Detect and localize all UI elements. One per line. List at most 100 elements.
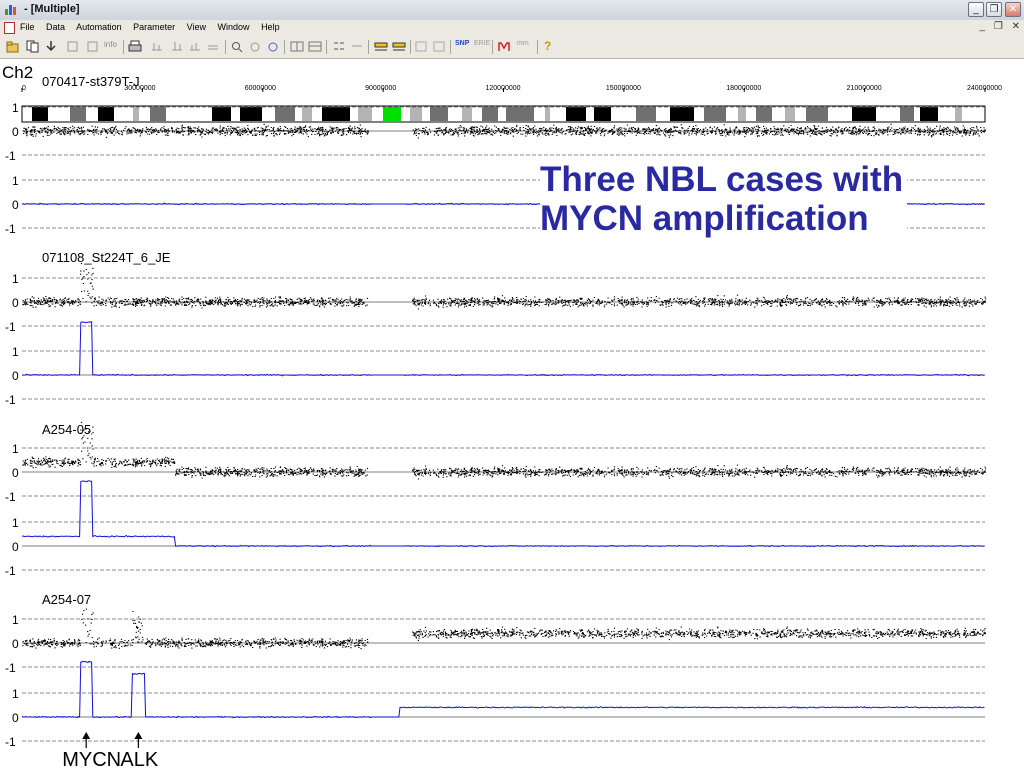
menu-help[interactable]: Help [261, 22, 280, 32]
snp-button[interactable]: SNP [455, 40, 473, 53]
y-tick-label: -1 [5, 222, 16, 236]
tool-12-icon[interactable] [432, 40, 446, 53]
zoom-icon[interactable] [230, 40, 244, 53]
ideogram-band [32, 107, 48, 121]
erie-button[interactable]: ERIE [474, 40, 492, 53]
ideogram-band [566, 107, 586, 121]
mdi-controls: _ ❐ ✕ [974, 21, 1020, 32]
x-tick-label: 60000000 [245, 85, 276, 92]
menu-view[interactable]: View [187, 22, 206, 32]
mdi-restore-button[interactable]: ❐ [994, 21, 1003, 32]
mm-button[interactable]: mm [517, 40, 533, 53]
ideogram-band [704, 107, 726, 121]
ideogram-band [383, 107, 401, 121]
ideogram-band [358, 107, 372, 121]
ideogram-band [212, 107, 231, 121]
chart-title: Ch2 [2, 63, 33, 82]
sample-label: A254-07 [42, 592, 91, 607]
restore-button[interactable]: ❐ [986, 2, 1002, 17]
x-axis-ticks: 0 30000000 60000000 90000000 120000000 150000… [21, 85, 1002, 92]
toolbar-separator [537, 40, 538, 54]
toolbar-separator [410, 40, 411, 54]
menu-window[interactable]: Window [218, 22, 250, 32]
toolbar-separator [284, 40, 285, 54]
tool-5-icon[interactable] [248, 40, 262, 53]
import-icon[interactable] [44, 40, 58, 53]
menu-file[interactable]: File [20, 22, 35, 32]
segment-line [22, 321, 985, 377]
ideogram-band [70, 107, 86, 121]
gene-label: ALK [120, 749, 158, 768]
menu-data[interactable]: Data [46, 22, 65, 32]
bar-yellow-2-icon[interactable] [392, 40, 406, 53]
menu-parameter[interactable]: Parameter [133, 22, 175, 32]
x-tick-label: 120000000 [486, 85, 521, 92]
mdi-minimize-button[interactable]: _ [980, 21, 986, 32]
y-tick-label: -1 [5, 490, 16, 504]
mdi-close-button[interactable]: ✕ [1012, 21, 1020, 32]
open-icon[interactable] [6, 40, 20, 53]
ideogram-band [594, 107, 611, 121]
close-button[interactable]: ✕ [1005, 2, 1021, 17]
ideogram-band [322, 107, 350, 121]
raw-data-points [22, 602, 986, 650]
print-icon[interactable] [128, 40, 142, 53]
copy-icon[interactable] [26, 40, 40, 53]
gene-arrowhead [134, 732, 143, 739]
tool-11-icon[interactable] [414, 40, 428, 53]
y-tick-label: -1 [5, 735, 16, 749]
toolbar-separator [450, 40, 451, 54]
ideogram-band [636, 107, 656, 121]
y-tick-label: 1 [12, 613, 19, 627]
y-tick-label: 1 [12, 272, 19, 286]
x-tick-label: 240000000 [967, 85, 1002, 92]
app-icon [5, 5, 16, 15]
ideogram-band [900, 107, 914, 121]
tool-8-icon[interactable] [308, 40, 322, 53]
y-tick-label: 0 [12, 125, 19, 139]
toolbar-separator [326, 40, 327, 54]
edit-2-icon[interactable] [86, 40, 100, 53]
tool-6-icon[interactable] [266, 40, 280, 53]
tool-1-icon[interactable] [150, 40, 164, 53]
minimize-button[interactable]: _ [968, 2, 984, 17]
y-tick-label: -1 [5, 393, 16, 407]
edit-icon[interactable] [66, 40, 80, 53]
ideogram-band [462, 107, 472, 121]
annotation-line-2: MYCN amplification [540, 199, 869, 238]
toolbar-separator [225, 40, 226, 54]
y-tick-label: -1 [5, 149, 16, 163]
toolbar-separator [368, 40, 369, 54]
y-tick-label: 1 [12, 516, 19, 530]
y-tick-label: 0 [12, 296, 19, 310]
menu-automation[interactable]: Automation [76, 22, 122, 32]
window-title: - [Multiple] [24, 3, 80, 15]
y-tick-label: 1 [12, 442, 19, 456]
chart-red-icon[interactable] [497, 40, 511, 53]
raw-data-points [22, 263, 987, 310]
tool-4-icon[interactable] [206, 40, 220, 53]
y-tick-label: 0 [12, 369, 19, 383]
tool-10-icon[interactable] [350, 40, 364, 53]
tool-7-icon[interactable] [290, 40, 304, 53]
tool-3-icon[interactable] [188, 40, 202, 53]
y-tick-label: 0 [12, 466, 19, 480]
ideogram-band [785, 107, 795, 121]
y-tick-label: 0 [12, 198, 19, 212]
toolbar-separator [123, 40, 124, 54]
help-icon[interactable]: ? [544, 40, 558, 53]
annotation-text: Three NBL cases with MYCN amplification [540, 160, 908, 240]
document-icon[interactable] [4, 22, 15, 34]
sample-label: A254-05 [42, 422, 91, 437]
ideogram-band [738, 107, 746, 121]
info-button[interactable]: info [104, 40, 120, 53]
y-tick-label: -1 [5, 564, 16, 578]
gene-markers: MYCN ALK [62, 732, 159, 768]
ideogram-band [240, 107, 262, 121]
ideogram-band [133, 107, 139, 121]
tool-9-icon[interactable] [332, 40, 346, 53]
x-tick-label: 90000000 [365, 85, 396, 92]
ideogram-band [955, 107, 962, 121]
tool-2-icon[interactable] [170, 40, 184, 53]
bar-yellow-icon[interactable] [374, 40, 388, 53]
